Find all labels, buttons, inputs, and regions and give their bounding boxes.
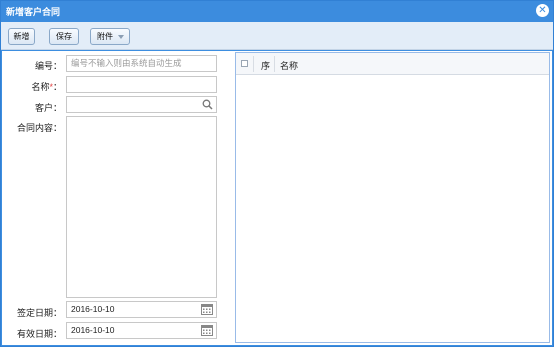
sign-date-input[interactable]: 2016-10-10 [66, 301, 217, 318]
save-button[interactable]: 保存 [49, 28, 79, 45]
dialog-title: 新增客户合同 [6, 7, 61, 17]
content-label: 合同内容： [16, 123, 62, 133]
sign-date-label: 签定日期： [16, 308, 62, 318]
attachment-dropdown-button[interactable]: 附件 [90, 28, 130, 45]
select-all-checkbox[interactable] [241, 60, 248, 67]
contract-dialog: 新增客户合同 ✕ 新增 保存 附件 编号： 编号不输入则由系统自动生成 名称*：… [0, 0, 554, 347]
column-divider [274, 56, 275, 72]
calendar-icon[interactable] [201, 325, 213, 336]
new-button[interactable]: 新增 [8, 28, 35, 45]
toolbar: 新增 保存 附件 [1, 22, 553, 50]
customer-input[interactable] [66, 96, 217, 113]
number-input[interactable]: 编号不输入则由系统自动生成 [66, 55, 217, 72]
valid-date-value: 2016-10-10 [71, 325, 115, 335]
column-header-index[interactable]: 序 [261, 59, 270, 72]
attachment-grid: 序 名称 [235, 52, 550, 343]
name-label: 名称*： [2, 80, 62, 93]
search-icon[interactable] [202, 99, 213, 110]
grid-header: 序 名称 [236, 53, 549, 75]
number-label: 编号： [34, 61, 62, 71]
chevron-down-icon [118, 35, 124, 39]
column-divider [253, 56, 254, 72]
name-label-colon: ： [52, 82, 62, 92]
form-area: 编号： 编号不输入则由系统自动生成 名称*： 客户： 合同内容： 签定日期： 2… [2, 51, 552, 345]
sign-date-value: 2016-10-10 [71, 304, 115, 314]
calendar-icon[interactable] [201, 304, 213, 315]
title-bar: 新增客户合同 ✕ [1, 1, 553, 22]
column-header-name[interactable]: 名称 [280, 59, 298, 72]
attachment-label: 附件 [97, 32, 113, 41]
customer-label: 客户： [34, 103, 62, 113]
valid-date-input[interactable]: 2016-10-10 [66, 322, 217, 339]
valid-date-label: 有效日期： [16, 329, 62, 339]
close-icon[interactable]: ✕ [536, 4, 549, 17]
content-textarea[interactable] [66, 116, 217, 298]
name-label-text: 名称 [31, 82, 50, 92]
name-input[interactable] [66, 76, 217, 93]
number-placeholder: 编号不输入则由系统自动生成 [71, 58, 182, 68]
